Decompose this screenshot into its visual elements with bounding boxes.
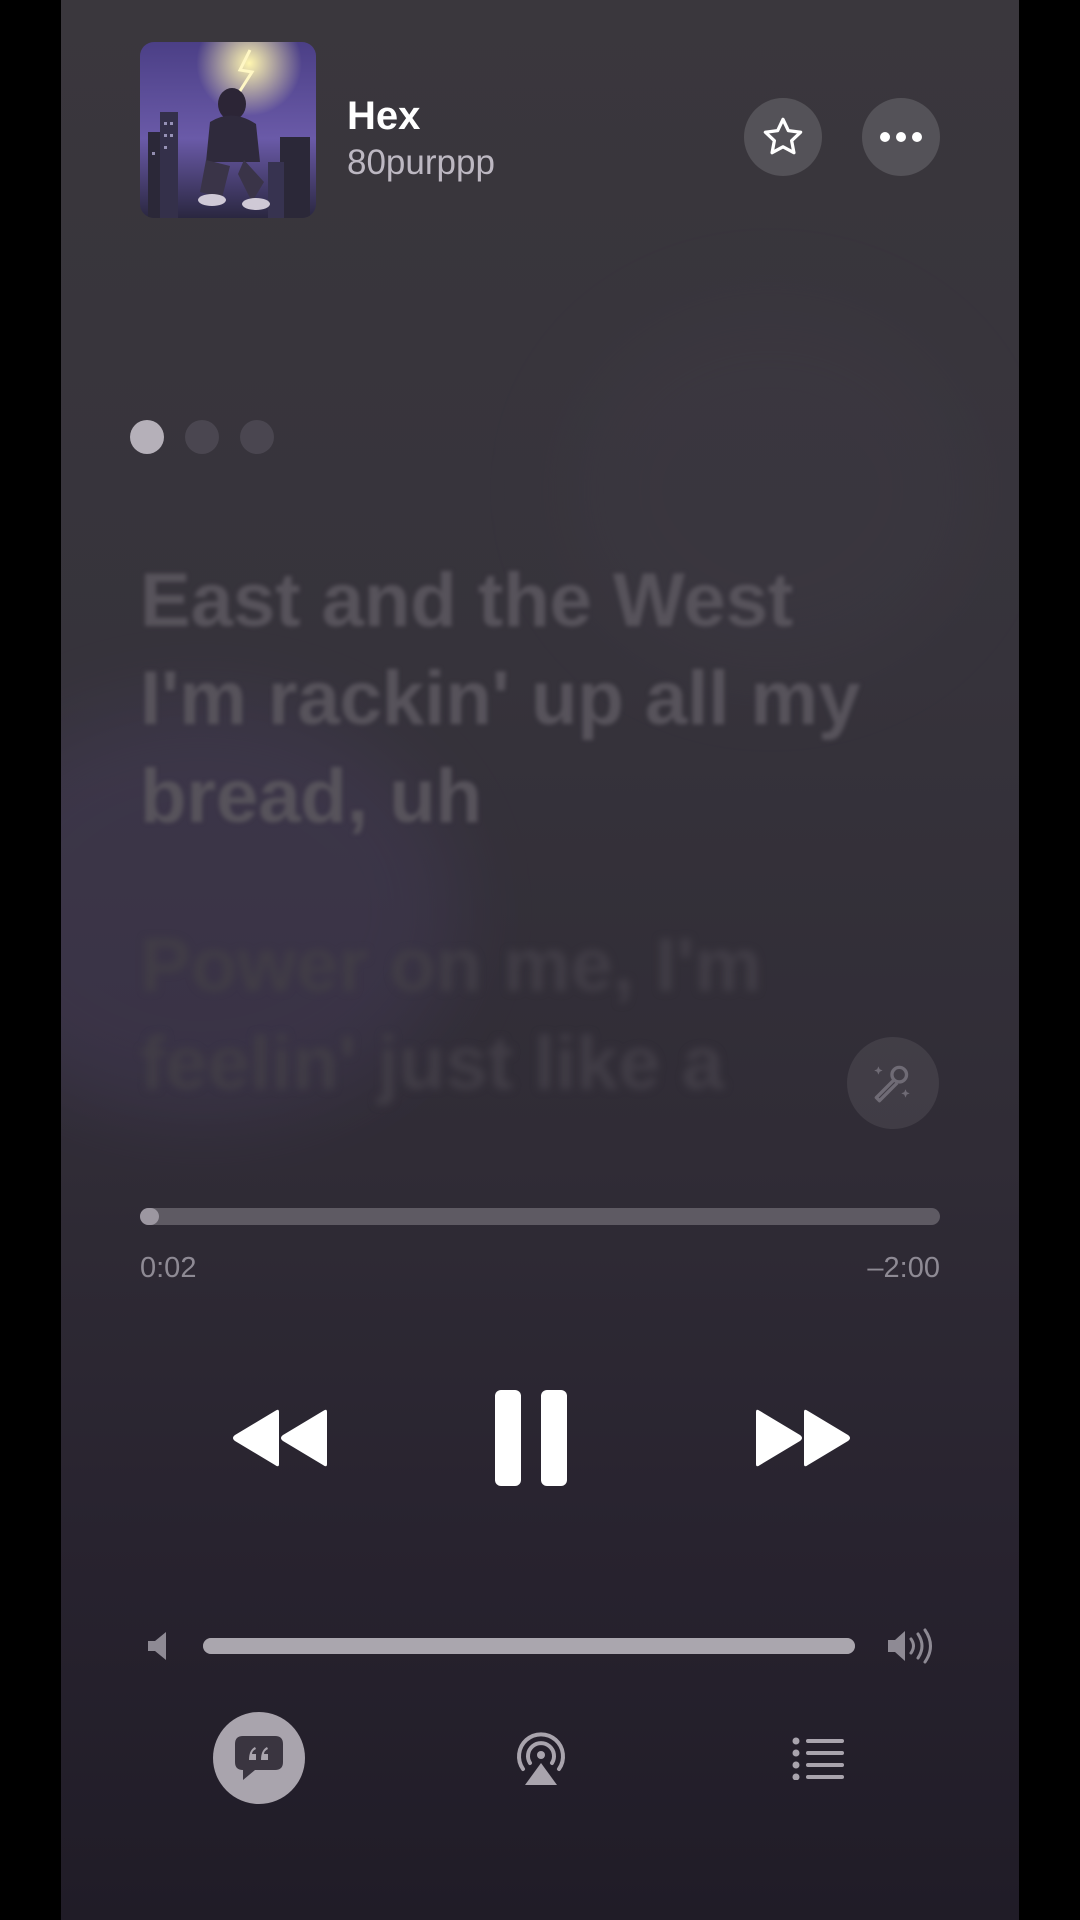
pause-icon [495, 1390, 567, 1486]
page-indicator [130, 420, 274, 454]
play-pause-button[interactable] [491, 1388, 571, 1488]
lyrics-button[interactable] [213, 1712, 305, 1804]
more-options-button[interactable] [862, 98, 940, 176]
volume-slider[interactable] [203, 1638, 855, 1654]
volume-high-icon [884, 1626, 940, 1666]
microphone-sparkle-icon [874, 1065, 910, 1103]
page-dot [240, 420, 274, 454]
volume-low-icon [141, 1628, 177, 1664]
elapsed-time: 0:02 [140, 1252, 197, 1284]
page-dot [185, 420, 219, 454]
rewind-icon [233, 1409, 327, 1467]
star-icon [763, 117, 803, 155]
page-dot [130, 420, 164, 454]
playback-scrubber[interactable] [140, 1208, 940, 1225]
sing-mode-button[interactable] [847, 1037, 939, 1129]
album-artwork[interactable] [140, 42, 316, 218]
ellipsis-icon [880, 132, 922, 142]
lyric-line-current[interactable]: East and the West I'm rackin' up all my … [140, 552, 920, 846]
lyrics-quote-icon [235, 1736, 283, 1780]
queue-button[interactable] [789, 1730, 849, 1786]
artist-name[interactable]: 80purppp [347, 143, 495, 183]
airplay-icon [517, 1732, 565, 1785]
playback-progress-fill [140, 1208, 160, 1225]
favorite-button[interactable] [744, 98, 822, 176]
remaining-time: –2:00 [867, 1252, 940, 1284]
airplay-button[interactable] [508, 1725, 574, 1791]
now-playing-screen: Hex 80purppp East and the West I'm racki… [61, 0, 1019, 1920]
lyric-line-next[interactable]: Power on me, I'm feelin' just like a [140, 917, 920, 1113]
volume-slider-fill [203, 1638, 855, 1654]
queue-list-icon [792, 1737, 844, 1780]
fast-forward-icon [756, 1409, 850, 1467]
previous-button[interactable] [225, 1398, 335, 1478]
next-button[interactable] [748, 1398, 858, 1478]
track-title: Hex [347, 94, 421, 138]
